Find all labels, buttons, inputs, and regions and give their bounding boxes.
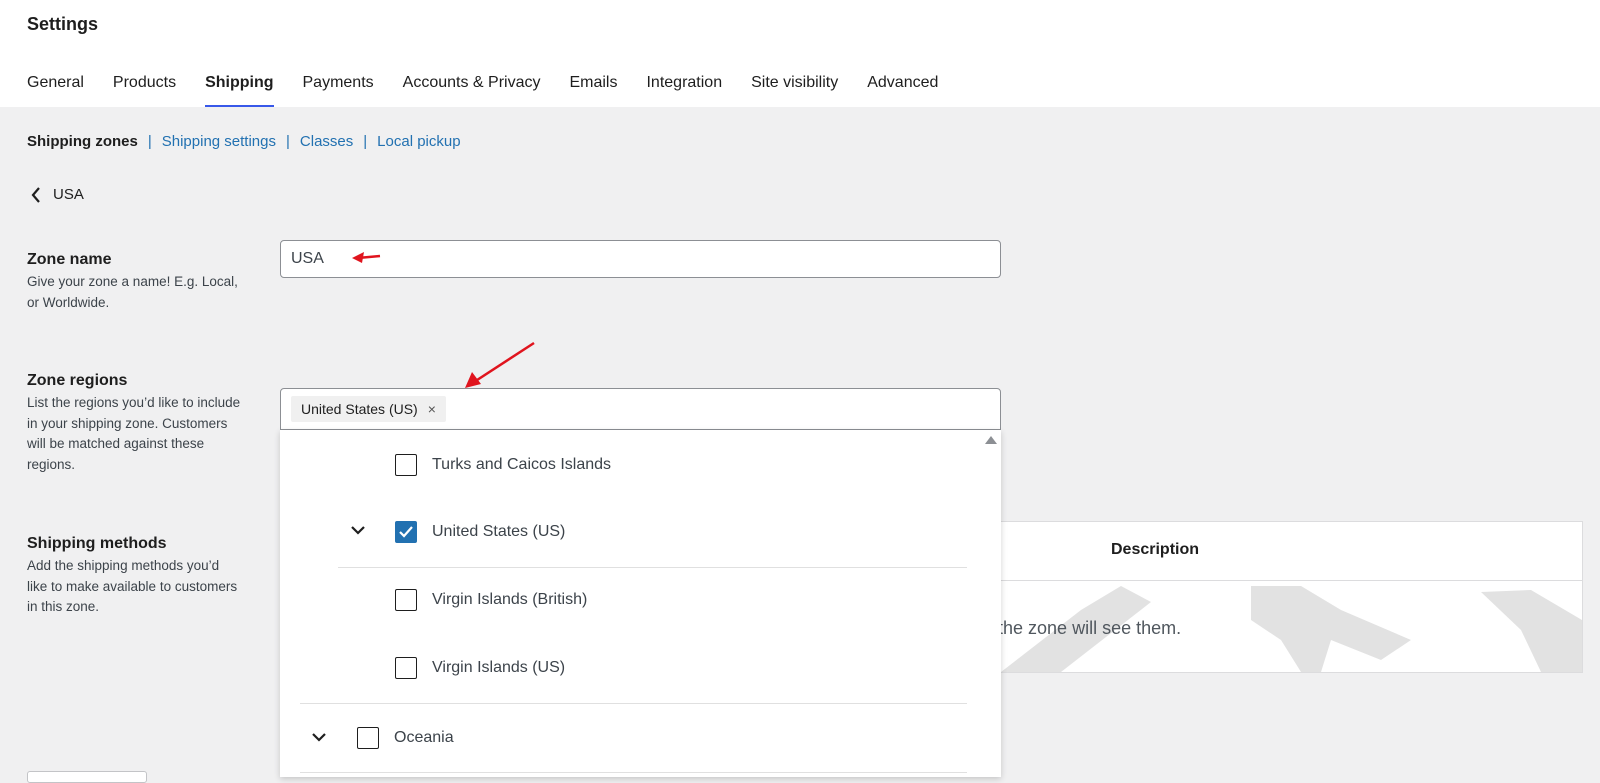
zone-name-input[interactable]: USA (280, 240, 1001, 278)
shipping-methods-label: Shipping methods (27, 535, 167, 552)
settings-header: Settings General Products Shipping Payme… (0, 0, 1600, 107)
tab-emails[interactable]: Emails (569, 72, 617, 107)
option-virgin-islands-us[interactable]: Virgin Islands (US) (395, 657, 565, 679)
chip-remove-icon[interactable]: × (428, 401, 436, 417)
zone-name-help: Give your zone a name! E.g. Local, or Wo… (27, 274, 238, 310)
option-label: Virgin Islands (British) (432, 591, 588, 608)
methods-table-header: Description (1001, 522, 1582, 581)
option-label: United States (US) (432, 523, 566, 540)
tab-integration[interactable]: Integration (646, 72, 722, 107)
option-label: Virgin Islands (US) (432, 659, 566, 676)
option-oceania[interactable]: Oceania (357, 727, 454, 749)
subnav-shipping-zones: Shipping zones (27, 133, 138, 150)
divider (300, 703, 967, 704)
option-united-states[interactable]: United States (US) (395, 521, 565, 543)
option-turks-caicos[interactable]: Turks and Caicos Islands (395, 454, 611, 476)
chevron-down-icon[interactable] (350, 525, 366, 535)
subnav-separator: | (147, 133, 152, 150)
annotation-arrow-icon (465, 341, 535, 388)
zone-regions-label: Zone regions (27, 372, 128, 389)
subnav-local-pickup[interactable]: Local pickup (377, 133, 460, 150)
checkbox[interactable] (395, 454, 417, 476)
tab-site-visibility[interactable]: Site visibility (751, 72, 838, 107)
settings-tabs: General Products Shipping Payments Accou… (27, 72, 967, 107)
zone-regions-help: List the regions you’d like to include i… (27, 395, 241, 472)
zone-regions-input[interactable]: United States (US) × (280, 388, 1001, 430)
subnav-separator: | (286, 133, 290, 150)
shipping-methods-table: Description in the zone will see them. (1001, 521, 1583, 673)
tab-payments[interactable]: Payments (303, 72, 374, 107)
tab-accounts-privacy[interactable]: Accounts & Privacy (403, 72, 541, 107)
shipping-methods-help: Add the shipping methods you’d like to m… (27, 558, 238, 614)
checkmark-icon (399, 526, 413, 538)
tab-advanced[interactable]: Advanced (867, 72, 938, 107)
zone-name-label: Zone name (27, 251, 112, 268)
chevron-down-icon[interactable] (311, 732, 327, 742)
subnav-classes[interactable]: Classes (300, 133, 353, 150)
tab-shipping[interactable]: Shipping (205, 72, 274, 107)
tab-general[interactable]: General (27, 72, 84, 107)
annotation-arrow-icon (352, 252, 381, 263)
divider (300, 772, 967, 773)
region-chip: United States (US) × (291, 396, 446, 422)
column-description: Description (1111, 541, 1200, 558)
checkbox[interactable] (357, 727, 379, 749)
back-link-label: USA (53, 186, 84, 203)
checkbox[interactable] (395, 657, 417, 679)
subnav-separator: | (363, 133, 368, 150)
save-button[interactable] (27, 771, 147, 783)
methods-empty-text: in the zone will see them. (1001, 618, 1182, 638)
checkbox[interactable] (395, 589, 417, 611)
shipping-subnav: Shipping zones | Shipping settings | Cla… (27, 133, 461, 150)
option-label: Turks and Caicos Islands (432, 456, 612, 473)
option-virgin-islands-british[interactable]: Virgin Islands (British) (395, 589, 587, 611)
divider (338, 567, 967, 568)
back-link[interactable]: USA (31, 186, 84, 203)
page-title: Settings (27, 14, 99, 34)
checkbox-checked[interactable] (395, 521, 417, 543)
region-chip-label: United States (US) (301, 401, 418, 417)
chevron-left-icon (31, 186, 40, 203)
option-label: Oceania (394, 729, 454, 746)
regions-dropdown: Turks and Caicos Islands United States (… (280, 430, 1001, 777)
scroll-up-icon[interactable] (985, 436, 997, 444)
subnav-shipping-settings[interactable]: Shipping settings (162, 133, 276, 150)
tab-products[interactable]: Products (113, 72, 176, 107)
